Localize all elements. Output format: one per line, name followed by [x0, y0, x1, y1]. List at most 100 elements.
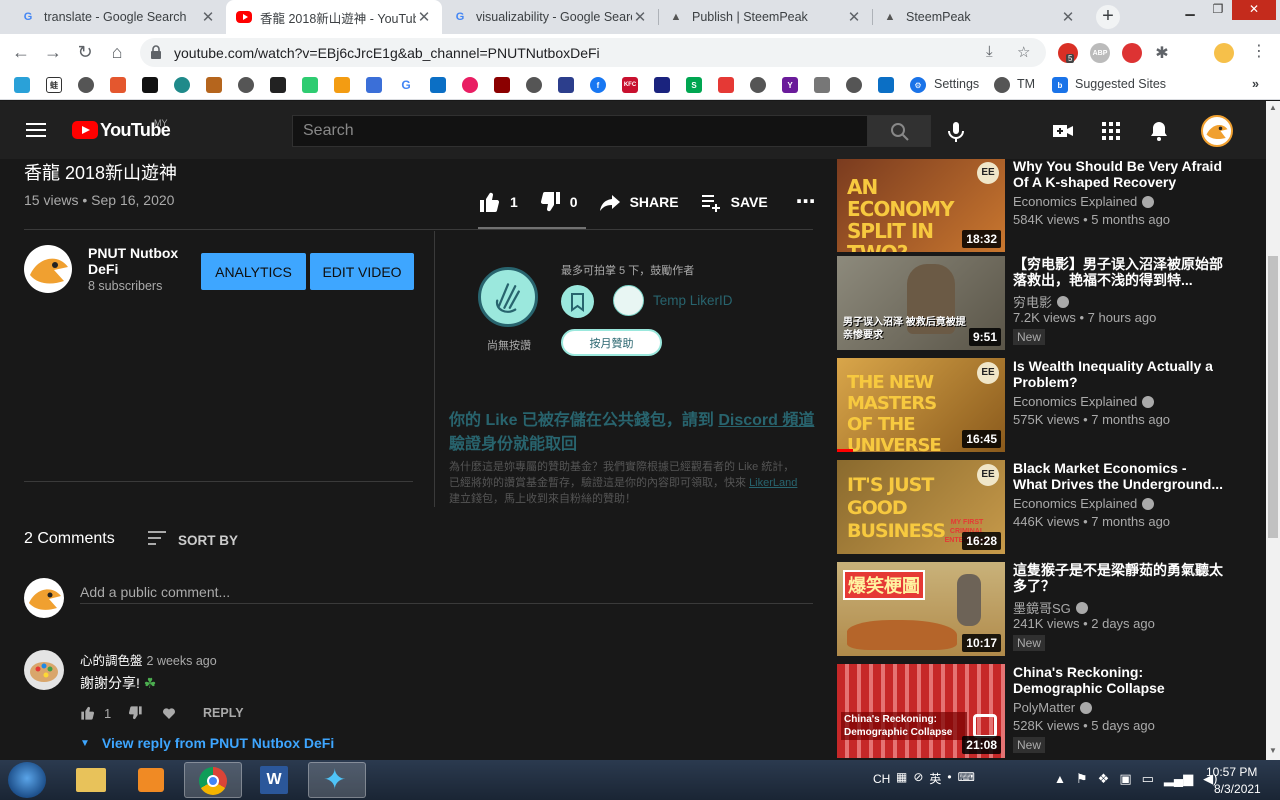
- video-title[interactable]: Is Wealth Inequality Actually a Problem?: [1013, 358, 1223, 390]
- channel-name[interactable]: 墨鏡哥SG: [1013, 598, 1088, 617]
- video-thumbnail[interactable]: 男子误入沼泽 被救后竟被提亲惨要求 9:51: [837, 256, 1005, 350]
- recommendation-item[interactable]: THE NEW MASTERS OF THE UNIVERSE EE 16:45…: [837, 358, 1257, 452]
- video-title[interactable]: 【穷电影】男子误入沼泽被原始部落救出，艳福不浅的得到特...: [1013, 256, 1223, 288]
- tray-flag-icon[interactable]: ⚑: [1076, 771, 1088, 787]
- bookmark-binance-icon[interactable]: [270, 77, 286, 93]
- bookmark-suggested-sites[interactable]: Suggested Sites: [1075, 77, 1166, 91]
- bookmark-globe-icon[interactable]: [78, 77, 94, 93]
- ime-punct-icon[interactable]: •: [947, 770, 951, 790]
- comment-dislike-icon[interactable]: [127, 705, 143, 721]
- restore-icon[interactable]: ❐: [1204, 0, 1232, 20]
- comment-time[interactable]: 2 weeks ago: [147, 654, 217, 668]
- reply-button[interactable]: REPLY: [203, 706, 244, 720]
- bookmark-globe-icon[interactable]: [846, 77, 862, 93]
- commenter-avatar[interactable]: [24, 650, 64, 690]
- lock-icon[interactable]: [150, 44, 162, 60]
- search-button[interactable]: [867, 115, 931, 147]
- video-thumbnail[interactable]: China's Reckoning: Demographic Collapse …: [837, 664, 1005, 758]
- bookmark-cloud-icon[interactable]: [14, 77, 30, 93]
- tab-translate[interactable]: G translate - Google Search ✕: [10, 0, 226, 34]
- notifications-bell-icon[interactable]: [1147, 119, 1171, 143]
- scrollbar-thumb[interactable]: [1268, 256, 1278, 538]
- bookmark-orange-icon[interactable]: [334, 77, 350, 93]
- close-tab-icon[interactable]: ✕: [846, 8, 862, 26]
- taskbar-chrome[interactable]: [184, 762, 242, 798]
- url-text[interactable]: youtube.com/watch?v=EBj6cJrcE1g&ab_chann…: [174, 45, 600, 61]
- ime-keyboard-icon[interactable]: ⌨: [958, 770, 975, 790]
- close-window-icon[interactable]: ✕: [1232, 0, 1276, 20]
- settings-gear-icon[interactable]: ⚙: [910, 77, 926, 93]
- recommendation-item[interactable]: 爆笑梗圖 10:17 這隻猴子是不是梁靜茹的勇氣聽太多了？ 墨鏡哥SG 241K…: [837, 562, 1257, 656]
- share-button[interactable]: SHARE: [598, 190, 679, 214]
- account-avatar[interactable]: [1201, 115, 1233, 147]
- bookmark-teal-icon[interactable]: [174, 77, 190, 93]
- close-tab-icon[interactable]: ✕: [200, 8, 216, 26]
- channel-name[interactable]: Economics Explained: [1013, 496, 1155, 511]
- bookmark-green-s-icon[interactable]: S: [686, 77, 702, 93]
- menu-icon[interactable]: [26, 123, 46, 137]
- search-box[interactable]: [292, 115, 868, 147]
- microphone-icon[interactable]: [944, 120, 968, 144]
- back-icon[interactable]: ←: [9, 40, 33, 64]
- bookmark-facebook-icon[interactable]: f: [590, 77, 606, 93]
- video-title[interactable]: 這隻猴子是不是梁靜茹的勇氣聽太多了？: [1013, 562, 1223, 594]
- bookmark-black-icon[interactable]: [142, 77, 158, 93]
- bookmark-tm[interactable]: TM: [1017, 77, 1035, 91]
- ime-no-icon[interactable]: ⊘: [913, 770, 923, 790]
- bookmark-red-text-icon[interactable]: [718, 77, 734, 93]
- adblock-plus-icon[interactable]: ABP: [1090, 43, 1110, 63]
- tab-visualizability[interactable]: G visualizability - Google Search ✕: [442, 0, 658, 34]
- taskbar-media-player[interactable]: [122, 762, 180, 798]
- input-language[interactable]: CH: [873, 772, 890, 786]
- likecoin-clap-button[interactable]: [478, 267, 538, 327]
- reload-icon[interactable]: ↻: [73, 40, 97, 64]
- extension-cow-icon[interactable]: [1122, 43, 1142, 63]
- tab-steempeak[interactable]: ▲ SteemPeak ✕: [872, 0, 1086, 34]
- monthly-sponsor-button[interactable]: 按月贊助: [561, 329, 662, 356]
- tray-device-icon[interactable]: ▣: [1119, 771, 1131, 787]
- analytics-button[interactable]: ANALYTICS: [201, 253, 306, 290]
- tab-publish-steempeak[interactable]: ▲ Publish | SteemPeak ✕: [658, 0, 872, 34]
- bing-icon[interactable]: b: [1052, 77, 1068, 93]
- new-tab-button[interactable]: +: [1096, 5, 1120, 29]
- install-app-icon[interactable]: ⤓: [986, 43, 993, 60]
- video-title[interactable]: China's Reckoning: Demographic Collapse: [1013, 664, 1223, 696]
- likerland-link[interactable]: LikerLand: [749, 477, 797, 489]
- sort-by-button[interactable]: SORT BY: [148, 531, 238, 549]
- bookmark-yahoo-icon[interactable]: Y: [782, 77, 798, 93]
- recommendation-item[interactable]: IT'S JUST GOOD BUSINESS MY FIRST CRIMINA…: [837, 460, 1257, 554]
- bookmark-pink-icon[interactable]: [462, 77, 478, 93]
- bookmark-blue-icon[interactable]: [366, 77, 382, 93]
- search-input[interactable]: [293, 116, 867, 146]
- add-comment-input[interactable]: [80, 580, 813, 604]
- create-video-icon[interactable]: [1051, 119, 1075, 143]
- bookmark-bear-icon[interactable]: [206, 77, 222, 93]
- ime-toolbar[interactable]: ▦ ⊘ 英 • ⌨: [896, 770, 1026, 790]
- bookmark-red-icon[interactable]: [110, 77, 126, 93]
- bookmark-globe-icon[interactable]: [526, 77, 542, 93]
- tray-expand-icon[interactable]: ▲: [1054, 772, 1066, 786]
- comment-author[interactable]: 心的調色盤: [80, 654, 143, 668]
- youtube-logo-icon[interactable]: [72, 121, 98, 139]
- taskbar-explorer[interactable]: [62, 762, 120, 798]
- dislike-button[interactable]: 0: [538, 190, 578, 214]
- extensions-puzzle-icon[interactable]: ✱: [1152, 43, 1172, 63]
- tab-youtube-active[interactable]: 香龍 2018新山遊神 - YouTube ✕: [226, 0, 442, 34]
- start-button-icon[interactable]: [8, 762, 46, 798]
- bookmark-google-icon[interactable]: G: [398, 77, 414, 93]
- apps-grid-icon[interactable]: [1099, 119, 1123, 143]
- bookmark-globe-icon[interactable]: [750, 77, 766, 93]
- video-title[interactable]: Black Market Economics - What Drives the…: [1013, 460, 1223, 492]
- recommendation-item[interactable]: AN ECONOMY SPLIT IN TWO? EE 18:32 Why Yo…: [837, 159, 1257, 252]
- ime-mode-icon[interactable]: ▦: [896, 770, 907, 790]
- bookmark-navy-icon[interactable]: [654, 77, 670, 93]
- bookmark-star-icon[interactable]: ☆: [1017, 43, 1030, 61]
- home-icon[interactable]: ⌂: [105, 40, 129, 64]
- save-button[interactable]: SAVE: [699, 190, 768, 214]
- tray-drive-icon[interactable]: ▭: [1142, 771, 1154, 787]
- close-tab-icon[interactable]: ✕: [416, 8, 432, 26]
- scroll-up-icon[interactable]: ▲: [1269, 103, 1277, 112]
- heart-icon[interactable]: [161, 705, 177, 721]
- clock-date[interactable]: 8/3/2021: [1214, 782, 1261, 796]
- bookmark-outlook-icon[interactable]: [878, 77, 894, 93]
